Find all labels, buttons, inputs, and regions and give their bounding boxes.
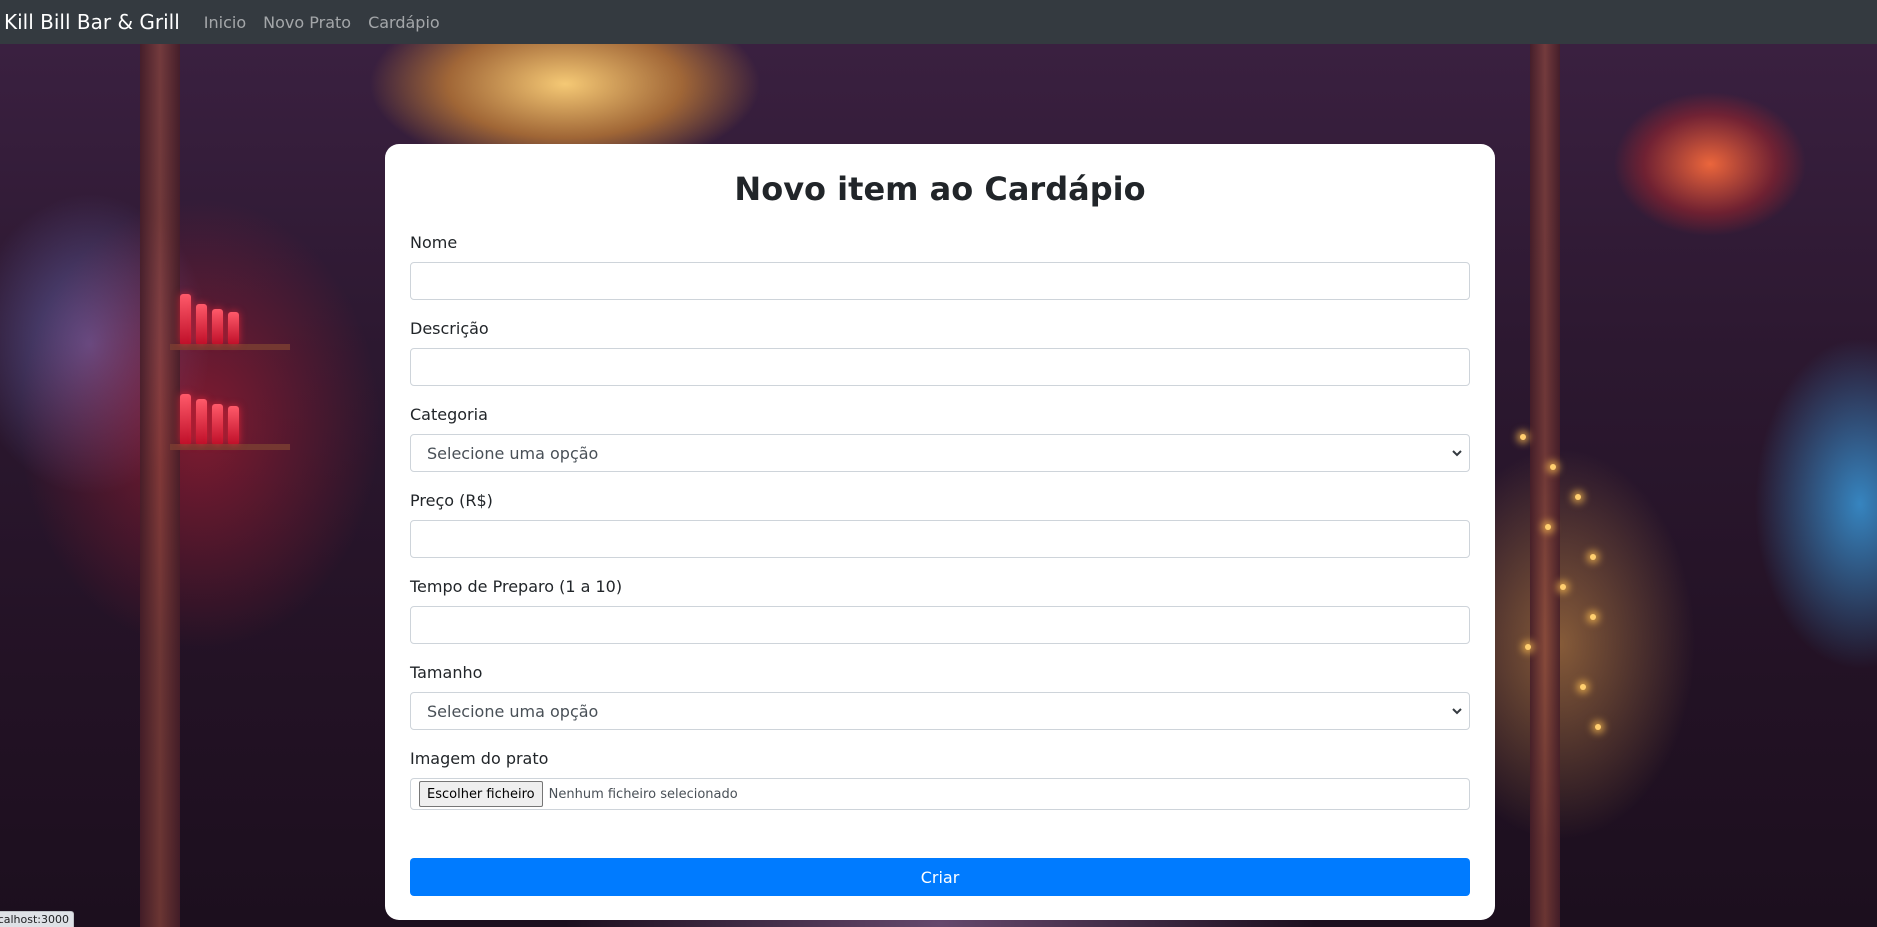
categoria-selected-value: Selecione uma opção [427, 443, 599, 463]
background-light [1545, 524, 1551, 530]
descricao-label: Descrição [410, 319, 489, 338]
background-bottle [196, 304, 207, 344]
background-light [1560, 584, 1566, 590]
navbar-brand[interactable]: Kill Bill Bar & Grill [4, 10, 180, 34]
preco-label: Preço (R$) [410, 491, 493, 510]
background-light [1575, 494, 1581, 500]
nav-link-novo-prato[interactable]: Novo Prato [263, 13, 351, 32]
background-shelf [170, 444, 290, 450]
background-bottle [180, 294, 191, 344]
chevron-down-icon [1449, 445, 1465, 461]
descricao-input[interactable] [410, 348, 1470, 386]
form-card: Novo item ao Cardápio Nome Descrição Cat… [385, 144, 1495, 920]
chevron-down-icon [1449, 703, 1465, 719]
background-pillar [1530, 44, 1560, 927]
background-light [1590, 554, 1596, 560]
imagem-label: Imagem do prato [410, 749, 549, 768]
choose-file-button[interactable]: Escolher ficheiro [419, 781, 543, 807]
background-light [1595, 724, 1601, 730]
nav-link-cardapio[interactable]: Cardápio [368, 13, 440, 32]
tamanho-label: Tamanho [410, 663, 483, 682]
background-bottle [196, 399, 207, 444]
nome-label: Nome [410, 233, 458, 252]
navbar: Kill Bill Bar & Grill Inicio Novo Prato … [0, 0, 1877, 44]
background-light [1520, 434, 1526, 440]
criar-button[interactable]: Criar [410, 858, 1470, 896]
background-bottle [180, 394, 191, 444]
background-pillar [140, 44, 180, 927]
status-bar-url: localhost:3000 [0, 911, 74, 927]
tempo-preparo-input[interactable] [410, 606, 1470, 644]
preco-input[interactable] [410, 520, 1470, 558]
tempo-preparo-label: Tempo de Preparo (1 a 10) [410, 577, 623, 596]
tamanho-selected-value: Selecione uma opção [427, 701, 599, 721]
background-light [1580, 684, 1586, 690]
background-bottle [228, 406, 239, 444]
background-light [1590, 614, 1596, 620]
background-shelf [170, 344, 290, 350]
categoria-label: Categoria [410, 405, 488, 424]
categoria-select[interactable]: Selecione uma opção [410, 434, 1470, 472]
imagem-file-input[interactable]: Escolher ficheiro Nenhum ficheiro seleci… [410, 778, 1470, 810]
background-light [1550, 464, 1556, 470]
background-bottle [212, 309, 223, 344]
form-title: Novo item ao Cardápio [734, 170, 1146, 208]
nav-link-inicio[interactable]: Inicio [204, 13, 246, 32]
tamanho-select[interactable]: Selecione uma opção [410, 692, 1470, 730]
background-light [1525, 644, 1531, 650]
background-bottle [212, 404, 223, 444]
file-status-text: Nenhum ficheiro selecionado [548, 786, 738, 802]
background-bottle [228, 312, 239, 344]
nome-input[interactable] [410, 262, 1470, 300]
